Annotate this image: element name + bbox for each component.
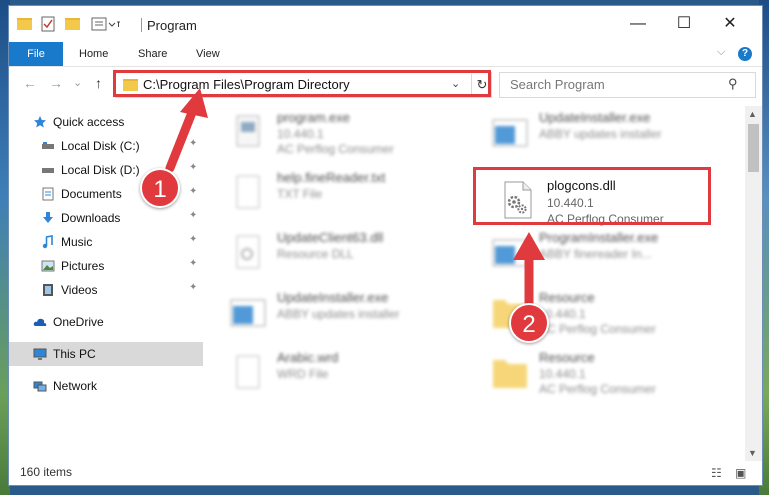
arrow-2 — [513, 232, 545, 315]
step-badge-1: 1 — [140, 168, 180, 208]
annotation-arrows — [165, 88, 545, 315]
step-badge-2: 2 — [509, 303, 549, 343]
arrow-1 — [165, 88, 208, 173]
